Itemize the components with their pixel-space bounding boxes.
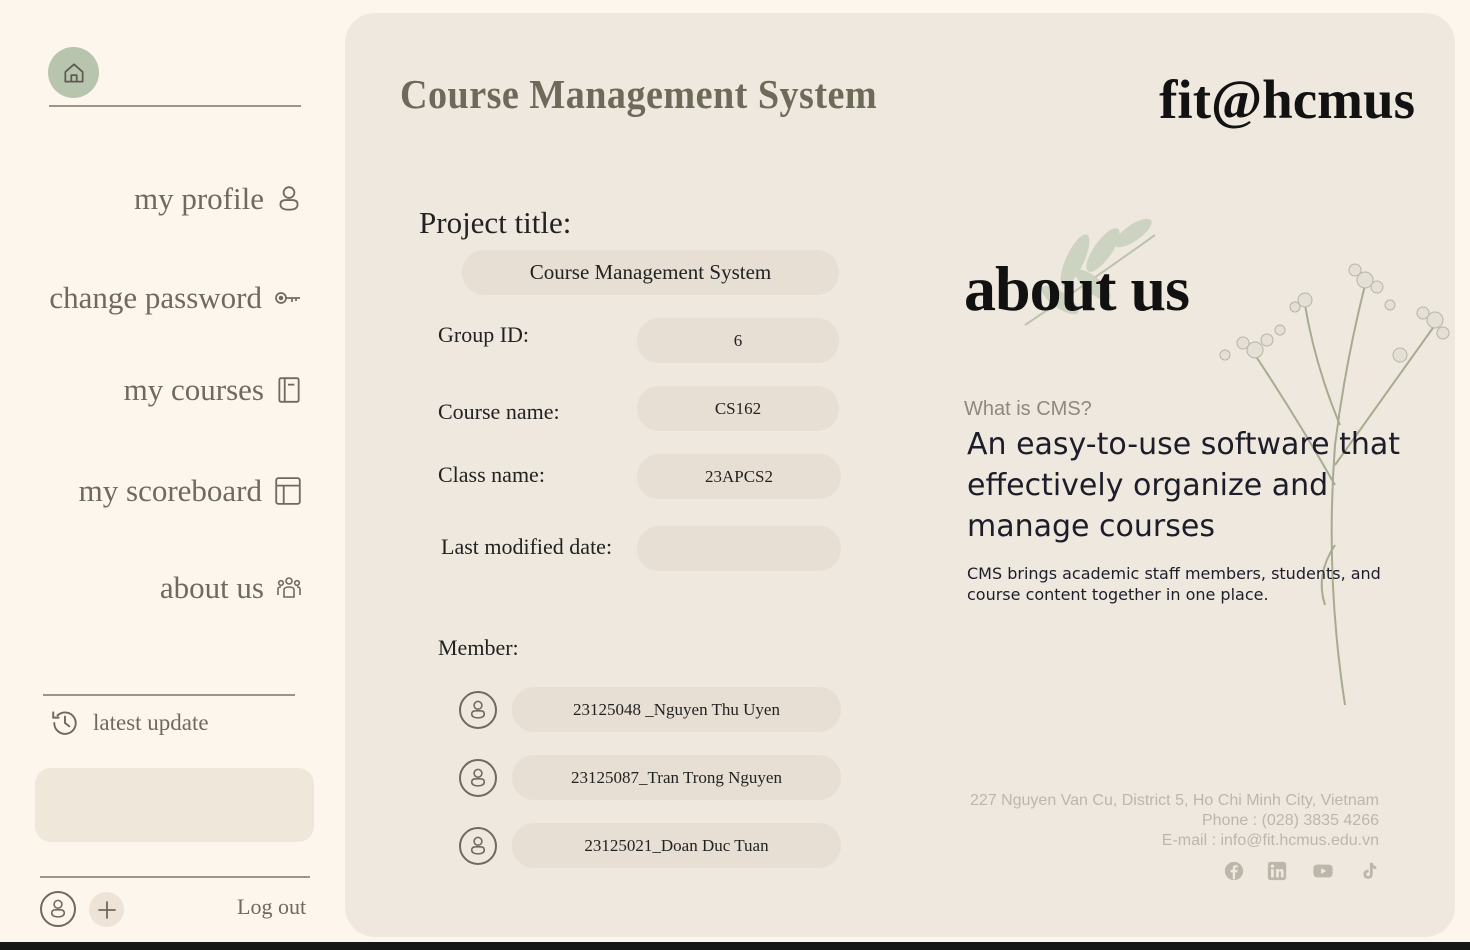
sidebar-item-my-scoreboard[interactable]: my scoreboard (79, 473, 302, 509)
member-label: Member: (438, 635, 519, 660)
sidebar-divider-bottom (40, 876, 310, 878)
sidebar-item-label: my profile (134, 181, 264, 216)
linkedin-link[interactable] (1266, 860, 1288, 882)
tiktok-icon (1363, 862, 1377, 879)
logout-button[interactable]: Log out (237, 894, 306, 920)
account-button[interactable] (40, 891, 76, 927)
group-id-field: 6 (637, 318, 839, 363)
project-title-label: Project title: (419, 205, 572, 240)
sidebar-item-change-password[interactable]: change password (49, 280, 302, 316)
team-icon (277, 577, 301, 598)
member-avatar (459, 827, 497, 865)
about-tagline: An easy-to-use software that effectively… (967, 427, 1401, 544)
sidebar-item-label: my scoreboard (78, 473, 262, 508)
table-icon (275, 477, 301, 505)
course-name-field: CS162 (637, 386, 839, 431)
home-button[interactable] (48, 47, 99, 98)
user-icon (470, 768, 486, 787)
contact-email[interactable]: E-mail : info@fit.hcmus.edu.vn (970, 831, 1379, 851)
facebook-link[interactable] (1223, 860, 1245, 882)
member-name: 23125048 _Nguyen Thu Uyen (512, 687, 841, 732)
tiktok-link[interactable] (1358, 860, 1380, 882)
key-icon (275, 292, 300, 304)
contact-phone: Phone : (028) 3835 4266 (1201, 812, 1379, 829)
user-icon (50, 899, 66, 918)
latest-update-panel (35, 768, 314, 842)
notebook-icon (278, 377, 300, 403)
user-icon (470, 836, 486, 855)
member-avatar (459, 759, 497, 797)
add-button[interactable] (89, 892, 124, 927)
about-heading: about us (964, 253, 1190, 324)
brand-logo: fit@hcmus (1159, 69, 1415, 130)
sidebar-divider-top (49, 105, 301, 107)
sidebar-divider-middle (43, 694, 295, 696)
window-bottom-edge (0, 942, 1470, 950)
class-name-field: 23APCS2 (637, 454, 841, 499)
group-id-label: Group ID: (438, 322, 530, 347)
last-modified-field (637, 526, 841, 571)
user-icon (279, 186, 299, 211)
sidebar-item-label: change password (49, 280, 262, 315)
youtube-icon (1313, 864, 1333, 878)
latest-update-label: latest update (93, 710, 209, 735)
latest-update-link[interactable]: latest update (50, 708, 209, 738)
contact-info: 227 Nguyen Van Cu, District 5, Ho Chi Mi… (970, 791, 1379, 851)
sidebar-item-label: my courses (123, 372, 264, 407)
sidebar-item-label: about us (159, 570, 264, 605)
sidebar-item-my-profile[interactable]: my profile (134, 181, 302, 217)
history-icon (52, 711, 77, 735)
last-modified-label: Last modified date: (441, 534, 613, 559)
contact-address: 227 Nguyen Van Cu, District 5, Ho Chi Mi… (969, 792, 1379, 809)
member-name: 23125021_Doan Duc Tuan (512, 823, 841, 868)
youtube-link[interactable] (1312, 860, 1334, 882)
user-icon (470, 700, 486, 719)
member-avatar (459, 691, 497, 729)
class-name-label: Class name: (438, 462, 545, 487)
page-title: Course Management System (400, 71, 878, 117)
about-question: What is CMS? (964, 398, 1092, 420)
plus-icon (97, 900, 116, 919)
facebook-icon (1224, 861, 1244, 881)
about-description: CMS brings academic staff members, stude… (967, 564, 1381, 604)
sidebar-item-my-courses[interactable]: my courses (124, 372, 302, 408)
course-name-label: Course name: (438, 399, 560, 424)
member-name: 23125087_Tran Trong Nguyen (512, 755, 841, 800)
home-icon (63, 62, 84, 83)
project-title-field: Course Management System (462, 250, 839, 295)
sidebar-item-about-us[interactable]: about us (160, 570, 302, 606)
linkedin-icon (1267, 861, 1287, 881)
